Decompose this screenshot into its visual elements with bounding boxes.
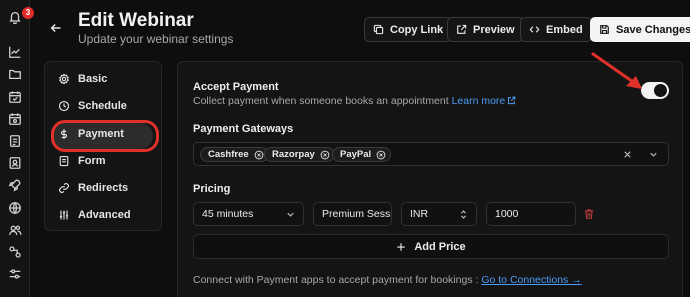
bell-icon[interactable] [8,10,22,24]
amount-input[interactable]: 1000 [486,202,576,226]
remove-chip-icon[interactable] [320,150,330,160]
globe-icon[interactable] [8,201,22,215]
nav-label-redirects: Redirects [78,182,129,194]
accept-payment-description: Collect payment when someone books an ap… [193,95,516,107]
clear-icon[interactable] [622,149,633,160]
dollar-icon [61,129,67,139]
nav-label-basic: Basic [78,73,108,85]
nav-item-advanced[interactable]: Advanced [58,207,131,223]
currency-select[interactable]: INR [401,202,477,226]
calendar-icon[interactable] [8,90,22,104]
gateway-chip: Cashfree [200,147,269,162]
plus-icon [397,242,406,251]
learn-more-label: Learn more [451,95,506,107]
gateway-chip: Razorpay [264,147,335,162]
copy-link-button[interactable]: Copy Link [364,17,453,42]
connect-text: Connect with Payment apps to accept paym… [193,274,479,286]
clock-icon [58,100,70,112]
preview-button[interactable]: Preview [447,17,524,42]
settings-nav: Basic Schedule Payment Form Redirects Ad… [44,61,162,231]
chart-icon[interactable] [8,45,22,59]
external-link-icon [508,96,516,105]
page-subtitle: Update your webinar settings [78,32,234,46]
toggle-knob [654,84,667,97]
sliders-icon[interactable] [8,267,22,281]
rocket-icon[interactable] [8,178,22,192]
integrations-icon[interactable] [8,245,22,259]
page-title: Edit Webinar [78,10,194,31]
duration-select[interactable]: 45 minutes [193,202,304,226]
gateway-chip-label: Cashfree [208,149,249,160]
sliders-icon [59,210,69,220]
embed-label: Embed [546,23,583,36]
nav-item-schedule[interactable]: Schedule [58,98,127,114]
add-price-button[interactable]: Add Price [193,234,669,259]
trash-icon[interactable] [583,208,595,220]
payment-settings-card: Accept Payment Collect payment when some… [177,61,683,297]
chevron-down-icon[interactable] [648,149,659,160]
annotation-arrow [591,52,642,89]
contact-icon[interactable] [8,156,22,170]
link-icon [59,183,69,193]
learn-more-link[interactable]: Learn more [452,95,517,107]
copy-link-label: Copy Link [390,23,444,36]
currency-value: INR [410,208,429,220]
form-icon [59,155,69,167]
amount-value: 1000 [495,208,519,220]
gateway-chip-label: PayPal [340,149,372,160]
nav-label-advanced: Advanced [78,209,131,221]
go-to-connections-link[interactable]: Go to Connections → [481,274,581,286]
document-icon[interactable] [8,134,22,148]
gateway-chip-label: Razorpay [272,149,315,160]
connect-payment-note: Connect with Payment apps to accept paym… [193,274,582,286]
preview-label: Preview [473,23,515,36]
gateway-chip: PayPal [332,147,392,162]
remove-chip-icon[interactable] [376,150,386,160]
nav-label-form: Form [78,155,106,167]
payment-gateways-select[interactable]: Cashfree Razorpay PayPal [193,142,669,166]
save-changes-button[interactable]: Save Changes [590,17,690,42]
add-price-label: Add Price [414,240,466,253]
duration-value: 45 minutes [202,208,254,220]
external-link-icon [457,24,467,34]
left-rail: 3 [0,0,34,297]
pricing-label: Pricing [193,183,231,195]
folder-icon[interactable] [8,67,22,81]
chevron-up-down-icon [458,209,469,220]
accept-payment-desc-text: Collect payment when someone books an ap… [193,95,449,107]
chevron-down-icon [285,209,296,220]
nav-item-payment[interactable]: Payment [51,120,159,152]
calendar-settings-icon[interactable] [8,112,22,126]
gear-icon [59,73,69,85]
nav-label-schedule: Schedule [78,100,127,112]
back-arrow-icon[interactable] [49,21,63,35]
copy-icon [373,24,384,35]
code-icon [529,26,540,33]
payment-gateways-label: Payment Gateways [193,123,294,135]
embed-button[interactable]: Embed [520,17,592,42]
users-icon[interactable] [8,223,22,237]
accept-payment-title: Accept Payment [193,81,279,93]
price-name-value: Premium Session [322,208,392,220]
nav-item-form[interactable]: Form [58,153,106,169]
nav-item-basic[interactable]: Basic [58,71,107,87]
remove-chip-icon[interactable] [254,150,264,160]
save-icon [600,25,609,34]
nav-label-payment: Payment [78,128,124,140]
notification-badge: 3 [22,7,34,19]
save-changes-label: Save Changes [616,23,690,36]
price-name-input[interactable]: Premium Session [313,202,392,226]
nav-item-redirects[interactable]: Redirects [58,180,128,196]
